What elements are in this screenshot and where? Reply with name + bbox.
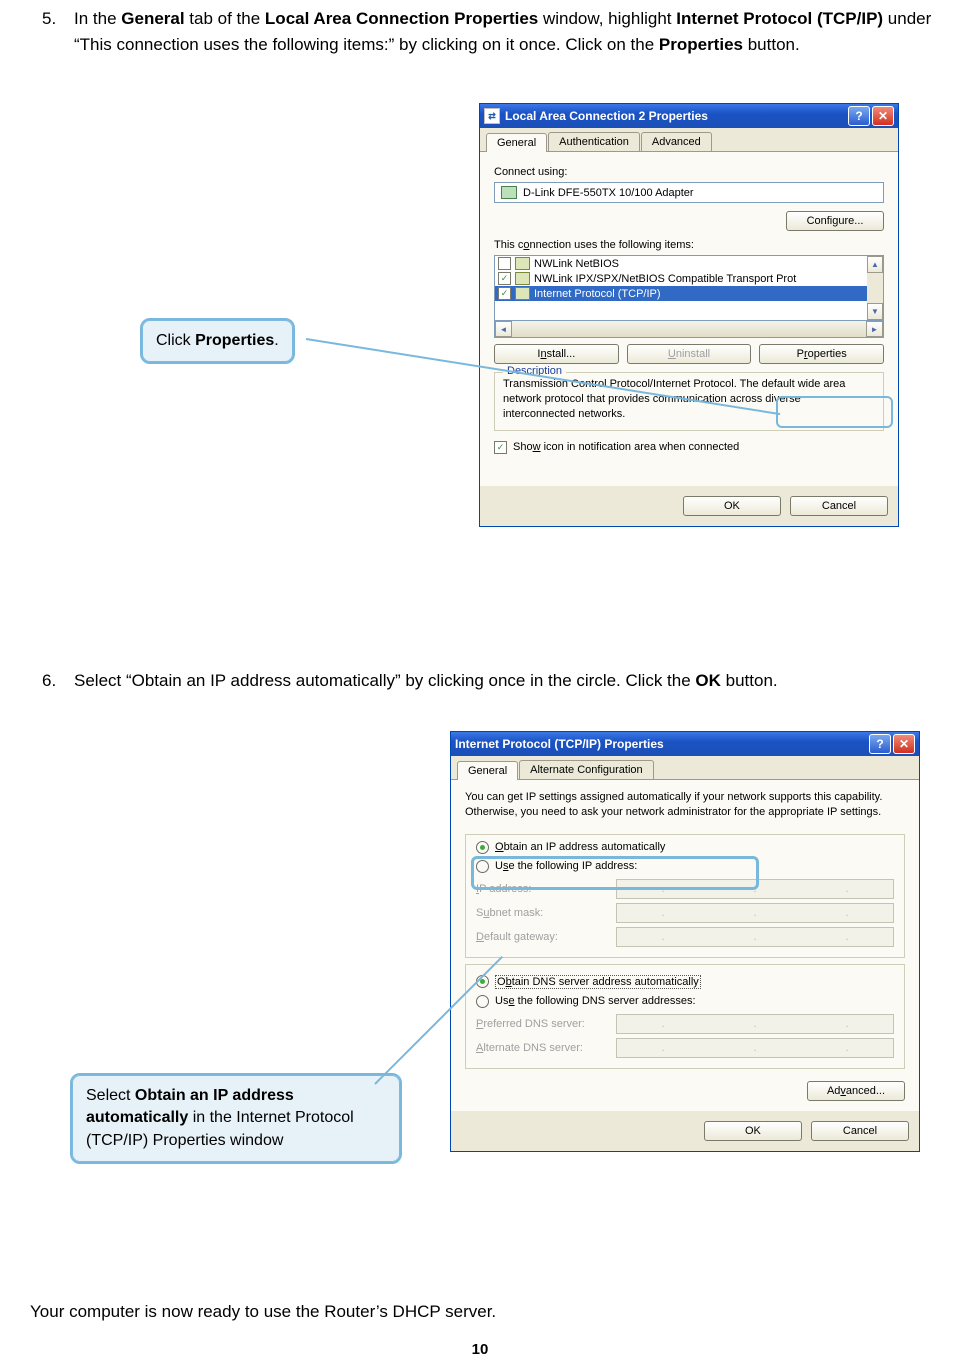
alternate-dns-label: Alternate DNS server: bbox=[476, 1042, 616, 1054]
callout-obtain-ip: Select Obtain an IP address automaticall… bbox=[70, 1073, 402, 1164]
checkbox-checked[interactable]: ✓ bbox=[494, 441, 507, 454]
listbox-hscroll[interactable]: ◄ ► bbox=[494, 321, 884, 338]
tab-general[interactable]: General bbox=[457, 761, 518, 780]
tab-advanced[interactable]: Advanced bbox=[641, 132, 712, 151]
radio-unselected-icon bbox=[476, 995, 489, 1008]
annotation-properties-button bbox=[776, 396, 893, 428]
default-gateway-label: Default gateway: bbox=[476, 931, 616, 943]
annotation-obtain-ip bbox=[471, 856, 759, 890]
window2-body: You can get IP settings assigned automat… bbox=[451, 779, 919, 1111]
preferred-dns-input: ... bbox=[616, 1014, 894, 1034]
scroll-right-icon[interactable]: ► bbox=[866, 321, 883, 337]
local-area-connection-properties-window: ⇄ Local Area Connection 2 Properties ? ✕… bbox=[479, 103, 899, 527]
adapter-name: D-Link DFE-550TX 10/100 Adapter bbox=[523, 187, 694, 199]
window2-footer: OK Cancel bbox=[451, 1111, 919, 1151]
cancel-button[interactable]: Cancel bbox=[790, 496, 888, 516]
protocol-icon bbox=[515, 287, 530, 300]
tab-general[interactable]: General bbox=[486, 133, 547, 152]
help-button[interactable]: ? bbox=[869, 734, 891, 754]
window2-title: Internet Protocol (TCP/IP) Properties bbox=[455, 737, 664, 751]
checkbox-unchecked[interactable] bbox=[498, 257, 511, 270]
tcpip-properties-window: Internet Protocol (TCP/IP) Properties ? … bbox=[450, 731, 920, 1152]
ok-button[interactable]: OK bbox=[683, 496, 781, 516]
tab-authentication[interactable]: Authentication bbox=[548, 132, 640, 151]
window1-tabs: General Authentication Advanced bbox=[480, 128, 898, 151]
adapter-field[interactable]: D-Link DFE-550TX 10/100 Adapter bbox=[494, 182, 884, 203]
checkbox-checked[interactable]: ✓ bbox=[498, 272, 511, 285]
default-gateway-input: ... bbox=[616, 927, 894, 947]
closing-text: Your computer is now ready to use the Ro… bbox=[30, 1299, 930, 1325]
window2-tabs: General Alternate Configuration bbox=[451, 756, 919, 779]
components-listbox[interactable]: NWLink NetBIOS ✓ NWLink IPX/SPX/NetBIOS … bbox=[494, 255, 884, 321]
properties-button[interactable]: Properties bbox=[759, 344, 884, 364]
alternate-dns-input: ... bbox=[616, 1038, 894, 1058]
preferred-dns-label: Preferred DNS server: bbox=[476, 1018, 616, 1030]
nic-icon bbox=[501, 186, 517, 199]
window2-titlebar[interactable]: Internet Protocol (TCP/IP) Properties ? … bbox=[451, 732, 919, 756]
step6-paragraph: 6.Select “Obtain an IP address automatic… bbox=[42, 668, 950, 694]
radio-static-dns[interactable]: Use the following DNS server addresses: bbox=[476, 995, 894, 1008]
list-item-nwlink-netbios[interactable]: NWLink NetBIOS bbox=[495, 256, 867, 271]
protocol-icon bbox=[515, 257, 530, 270]
window1-titlebar[interactable]: ⇄ Local Area Connection 2 Properties ? ✕ bbox=[480, 104, 898, 128]
scroll-down-icon[interactable]: ▼ bbox=[867, 303, 883, 320]
connect-using-label: Connect using: bbox=[494, 166, 884, 178]
window1-icon: ⇄ bbox=[484, 108, 500, 124]
configure-button[interactable]: Configure... bbox=[786, 211, 884, 231]
ok-button[interactable]: OK bbox=[704, 1121, 802, 1141]
uninstall-button: Uninstall bbox=[627, 344, 752, 364]
close-button[interactable]: ✕ bbox=[872, 106, 894, 126]
callout-click-properties: Click Properties. bbox=[140, 318, 295, 364]
step5-paragraph: 5.In the General tab of the Local Area C… bbox=[42, 6, 950, 59]
install-button[interactable]: Install... bbox=[494, 344, 619, 364]
page-number: 10 bbox=[0, 1341, 960, 1358]
help-button[interactable]: ? bbox=[848, 106, 870, 126]
list-item-tcpip[interactable]: ✓ Internet Protocol (TCP/IP) bbox=[495, 286, 867, 301]
radio-auto-ip[interactable]: Obtain an IP address automatically bbox=[476, 841, 894, 854]
subnet-mask-label: Subnet mask: bbox=[476, 907, 616, 919]
scroll-up-icon[interactable]: ▲ bbox=[867, 256, 883, 273]
show-icon-checkbox-row[interactable]: ✓ Show icon in notification area when co… bbox=[494, 441, 884, 454]
scroll-left-icon[interactable]: ◄ bbox=[495, 321, 512, 337]
listbox-vscroll[interactable]: ▲ ▼ bbox=[867, 256, 883, 320]
items-label: This connection uses the following items… bbox=[494, 239, 884, 251]
subnet-mask-input: ... bbox=[616, 903, 894, 923]
checkbox-checked[interactable]: ✓ bbox=[498, 287, 511, 300]
list-item-nwlink-ipx[interactable]: ✓ NWLink IPX/SPX/NetBIOS Compatible Tran… bbox=[495, 271, 867, 286]
window1-body: Connect using: D-Link DFE-550TX 10/100 A… bbox=[480, 151, 898, 486]
intro-text: You can get IP settings assigned automat… bbox=[465, 790, 905, 820]
advanced-button[interactable]: Advanced... bbox=[807, 1081, 905, 1101]
close-button[interactable]: ✕ bbox=[893, 734, 915, 754]
window1-footer: OK Cancel bbox=[480, 486, 898, 526]
window1-title: Local Area Connection 2 Properties bbox=[505, 109, 708, 123]
protocol-icon bbox=[515, 272, 530, 285]
cancel-button[interactable]: Cancel bbox=[811, 1121, 909, 1141]
radio-auto-dns[interactable]: Obtain DNS server address automatically bbox=[476, 975, 894, 989]
show-icon-label: Show icon in notification area when conn… bbox=[513, 441, 739, 453]
radio-selected-icon bbox=[476, 841, 489, 854]
tab-alternate-configuration[interactable]: Alternate Configuration bbox=[519, 760, 654, 779]
